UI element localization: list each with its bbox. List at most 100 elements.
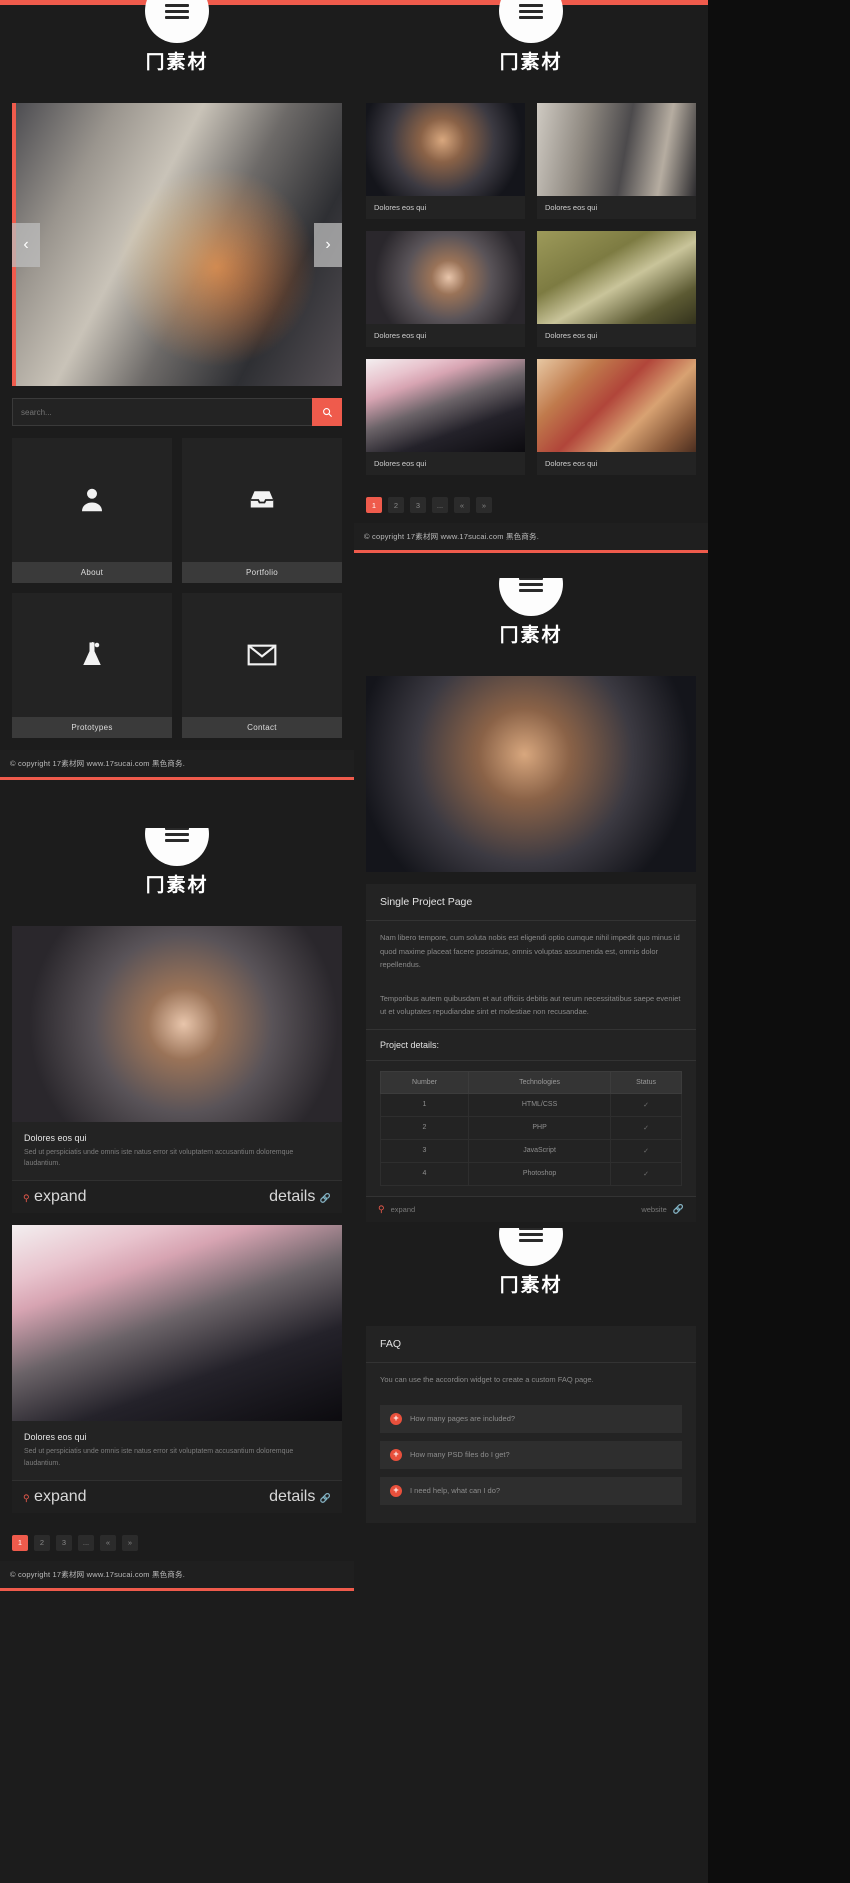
search-icon [322, 407, 332, 417]
gallery-item[interactable]: Dolores eos qui [537, 231, 696, 347]
slider-prev-button[interactable]: ‹ [12, 222, 40, 267]
post-footer: ⚲ expand details 🔗 [12, 1479, 342, 1513]
gallery-caption: Dolores eos qui [374, 459, 427, 468]
tile-contact-label: Contact [182, 717, 342, 738]
tile-portfolio[interactable]: Portfolio [182, 438, 342, 583]
faq-intro: You can use the accordion widget to crea… [380, 1375, 594, 1384]
gallery-header: 冂素材 [354, 0, 708, 91]
tile-portfolio-label: Portfolio [182, 562, 342, 583]
tile-prototypes[interactable]: Prototypes [12, 593, 172, 738]
tile-prototypes-label: Prototypes [12, 717, 172, 738]
plus-icon: + [390, 1448, 402, 1461]
expand-action[interactable]: ⚲ expand [378, 1204, 415, 1215]
tile-about[interactable]: About [12, 438, 172, 583]
col-number: Number [380, 1070, 469, 1094]
home-header: 冂素材 [0, 0, 354, 91]
project-details-table: Number Technologies Status 1 HTML/CSS ✓ … [380, 1070, 682, 1186]
gallery-item[interactable]: Dolores eos qui [537, 103, 696, 219]
tile-about-label: About [12, 562, 172, 583]
footer-copyright: © copyright 17素材网 www.17sucai.com 黑色商务. [0, 750, 354, 780]
expand-label: expand [390, 1204, 416, 1214]
cell-status: ✓ [610, 1115, 682, 1140]
hamburger-icon [519, 578, 543, 595]
flask-icon [12, 593, 172, 717]
page-2[interactable]: 2 [388, 497, 404, 513]
project-paragraph-1: Nam libero tempore, cum soluta nobis est… [380, 933, 680, 969]
col-technologies: Technologies [467, 1070, 612, 1094]
expand-label: expand [34, 1487, 87, 1505]
search-bar [12, 398, 342, 426]
link-icon: 🔗 [319, 1193, 331, 1204]
gallery-thumbnail [537, 359, 696, 452]
post-title: Dolores eos qui [24, 1432, 87, 1443]
panel-gallery: 冂素材 Dolores eos qui Dolores eos qui Dolo… [354, 0, 708, 578]
table-row: 1 HTML/CSS ✓ [380, 1092, 682, 1117]
page-last[interactable]: » [122, 1534, 138, 1551]
blog-post[interactable]: Dolores eos qui Sed ut perspiciatis unde… [12, 1225, 342, 1513]
table-header-row: Number Technologies Status [380, 1070, 682, 1094]
cell-status: ✓ [610, 1161, 682, 1186]
project-title: Single Project Page [366, 884, 696, 921]
gallery-item[interactable]: Dolores eos qui [366, 103, 525, 219]
page-3[interactable]: 3 [410, 497, 426, 513]
hamburger-icon [165, 1, 189, 22]
page-last[interactable]: » [476, 497, 492, 513]
faq-card: FAQ You can use the accordion widget to … [366, 1326, 696, 1523]
faq-question: I need help, what can I do? [410, 1486, 501, 1495]
cell-technology: HTML/CSS [467, 1092, 612, 1117]
gallery-caption: Dolores eos qui [374, 203, 427, 212]
cell-number: 3 [380, 1138, 469, 1163]
hero-slider[interactable]: ‹ › [12, 103, 342, 386]
blog-pagination: 1 2 3 ... « » [0, 1525, 354, 1561]
page-1[interactable]: 1 [366, 497, 382, 513]
tile-contact[interactable]: Contact [182, 593, 342, 738]
page-first[interactable]: « [454, 497, 470, 513]
gallery-item[interactable]: Dolores eos qui [366, 359, 525, 475]
search-button[interactable] [312, 398, 342, 426]
post-image [12, 1225, 342, 1422]
gallery-item[interactable]: Dolores eos qui [366, 231, 525, 347]
post-footer: ⚲ expand details 🔗 [12, 1180, 342, 1214]
table-row: 4 Photoshop ✓ [380, 1161, 682, 1186]
expand-action[interactable]: ⚲ expand [23, 1188, 87, 1206]
faq-item[interactable]: + How many pages are included? [380, 1404, 682, 1433]
gallery-caption: Dolores eos qui [545, 331, 598, 340]
gallery-thumbnail [366, 103, 525, 196]
project-paragraph-2: Temporibus autem quibusdam et aut offici… [380, 993, 681, 1017]
search-input[interactable] [12, 398, 312, 426]
plus-icon: + [390, 1412, 402, 1425]
website-action[interactable]: website 🔗 [641, 1204, 684, 1215]
slider-next-button[interactable]: › [314, 222, 342, 267]
blog-header: 冂素材 [0, 828, 354, 914]
faq-title: FAQ [366, 1326, 696, 1363]
page-3[interactable]: 3 [56, 1534, 72, 1551]
search-icon: ⚲ [378, 1203, 385, 1214]
project-hero-image [366, 676, 696, 872]
page-ellipsis[interactable]: ... [432, 497, 448, 513]
faq-item[interactable]: + I need help, what can I do? [380, 1476, 682, 1505]
post-excerpt: Sed ut perspiciatis unde omnis iste natu… [24, 1448, 294, 1467]
project-card-footer: ⚲ expand website 🔗 [366, 1195, 696, 1222]
expand-action[interactable]: ⚲ expand [23, 1488, 87, 1506]
link-icon: 🔗 [672, 1203, 684, 1214]
gallery-item[interactable]: Dolores eos qui [537, 359, 696, 475]
hamburger-icon [519, 1, 543, 22]
gallery-caption: Dolores eos qui [374, 331, 427, 340]
project-card: Single Project Page Nam libero tempore, … [366, 884, 696, 1222]
faq-item[interactable]: + How many PSD files do I get? [380, 1440, 682, 1469]
quicklink-tiles: About Portfolio Prototypes Contact [0, 426, 354, 750]
page-ellipsis[interactable]: ... [78, 1534, 94, 1551]
website-label: website [641, 1204, 667, 1214]
page-first[interactable]: « [100, 1534, 116, 1551]
page-1[interactable]: 1 [12, 1534, 28, 1551]
hamburger-icon [165, 828, 189, 845]
cell-number: 4 [380, 1161, 469, 1186]
cell-technology: PHP [467, 1115, 612, 1140]
project-details-heading: Project details: [366, 1028, 696, 1061]
faq-question: How many pages are included? [410, 1414, 516, 1423]
faq-header: 冂素材 [354, 1228, 708, 1314]
details-action[interactable]: details 🔗 [269, 1488, 331, 1506]
details-action[interactable]: details 🔗 [269, 1188, 331, 1206]
blog-post[interactable]: Dolores eos qui Sed ut perspiciatis unde… [12, 926, 342, 1214]
page-2[interactable]: 2 [34, 1534, 50, 1551]
